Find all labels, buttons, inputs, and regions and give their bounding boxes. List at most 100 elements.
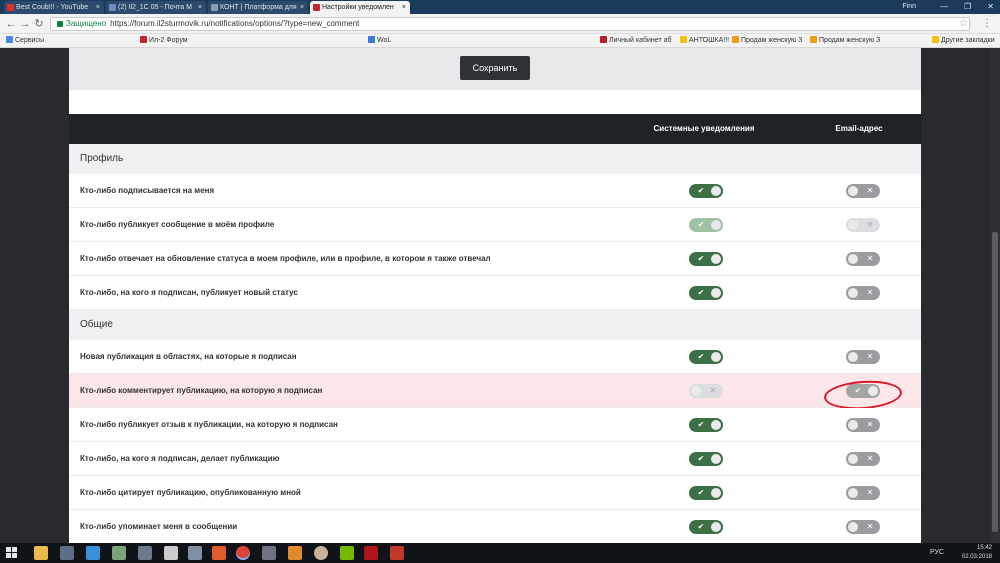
minimize-icon[interactable]: —: [940, 0, 948, 14]
notification-settings-panel: Сохранить Системные уведомления Email-ад…: [69, 48, 921, 543]
toggle-knob: [848, 186, 858, 196]
notification-row: Кто-либо подписывается на меня ✔ ✕: [69, 174, 921, 208]
forward-icon[interactable]: →: [18, 17, 32, 31]
email-toggle[interactable]: ✕: [846, 252, 880, 266]
system-toggle[interactable]: ✔: [689, 350, 723, 364]
cross-icon: ✕: [866, 420, 874, 429]
language-indicator[interactable]: РУС: [930, 543, 944, 563]
bookmark-item[interactable]: АНТОШКА!!!: [680, 34, 729, 47]
star-favicon-icon: [140, 36, 147, 43]
email-toggle[interactable]: ✕: [846, 520, 880, 534]
calculator-icon[interactable]: [164, 546, 178, 560]
app-icon[interactable]: [340, 546, 354, 560]
check-icon: ✔: [697, 420, 705, 429]
profile-name[interactable]: Finn: [902, 0, 916, 14]
email-toggle[interactable]: ✕: [846, 218, 880, 232]
star-app-icon[interactable]: [364, 546, 378, 560]
email-toggle[interactable]: ✕: [846, 350, 880, 364]
email-toggle[interactable]: ✕: [846, 452, 880, 466]
app-icon[interactable]: [86, 546, 100, 560]
close-tab-icon[interactable]: ×: [198, 1, 202, 14]
cross-icon: ✕: [866, 488, 874, 497]
notification-row: Кто-либо упоминает меня в сообщении ✔ ✕: [69, 510, 921, 543]
maximize-icon[interactable]: ❐: [964, 0, 971, 14]
notification-row: Кто-либо, на кого я подписан, публикует …: [69, 276, 921, 310]
app-icon[interactable]: [60, 546, 74, 560]
save-button[interactable]: Сохранить: [460, 56, 530, 80]
system-toggle[interactable]: ✕: [689, 384, 723, 398]
bookmark-star-icon[interactable]: ☆: [959, 17, 968, 31]
reload-icon[interactable]: ↻: [32, 17, 46, 31]
back-icon[interactable]: ←: [4, 17, 18, 31]
close-window-icon[interactable]: ✕: [987, 0, 994, 14]
toggle-knob: [711, 220, 721, 230]
page-scrollbar[interactable]: [990, 48, 1000, 543]
system-toggle[interactable]: ✔: [689, 286, 723, 300]
clock-time: 15:42: [976, 545, 992, 551]
browser-tab[interactable]: КОНТ | Платформа для ×: [208, 1, 308, 14]
url-input[interactable]: Защищено https://forum.il2sturmovik.ru/no…: [50, 17, 970, 31]
system-toggle[interactable]: ✔: [689, 252, 723, 266]
app-icon[interactable]: [390, 546, 404, 560]
toggle-knob: [848, 522, 858, 532]
menu-icon[interactable]: ⋮: [982, 17, 992, 31]
windows-start-icon[interactable]: [6, 547, 18, 559]
app-icon[interactable]: [288, 546, 302, 560]
bookmark-item[interactable]: Ил-2 Форум: [140, 34, 188, 47]
email-toggle[interactable]: ✕: [846, 286, 880, 300]
toggle-knob: [691, 386, 701, 396]
notification-label: Кто-либо цитирует публикацию, опубликова…: [80, 488, 301, 497]
app-icon[interactable]: [112, 546, 126, 560]
check-icon: ✔: [697, 288, 705, 297]
address-bar: ← → ↻ Защищено https://forum.il2sturmovik…: [0, 14, 1000, 34]
close-tab-icon[interactable]: ×: [402, 1, 406, 14]
scrollbar-thumb[interactable]: [992, 232, 998, 532]
close-tab-icon[interactable]: ×: [300, 1, 304, 14]
check-icon: ✔: [697, 186, 705, 195]
app-icon[interactable]: [138, 546, 152, 560]
app-icon[interactable]: [188, 546, 202, 560]
cross-icon: ✕: [866, 220, 874, 229]
notification-row: Кто-либо, на кого я подписан, делает пуб…: [69, 442, 921, 476]
system-toggle[interactable]: ✔: [689, 452, 723, 466]
app-icon[interactable]: [314, 546, 328, 560]
notification-label: Кто-либо публикует сообщение в моём проф…: [80, 220, 275, 229]
browser-tab[interactable]: (2) Il2_1C 05 - Почта M ×: [106, 1, 206, 14]
bookmark-item[interactable]: Продам женскую З: [810, 34, 880, 47]
email-toggle[interactable]: ✕: [846, 184, 880, 198]
bookmark-item[interactable]: WoL: [368, 34, 391, 47]
system-toggle[interactable]: ✔: [689, 418, 723, 432]
star-favicon-icon: [313, 4, 320, 11]
notification-label: Кто-либо, на кого я подписан, публикует …: [80, 288, 298, 297]
system-toggle[interactable]: ✔: [689, 520, 723, 534]
notification-row: Кто-либо цитирует публикацию, опубликова…: [69, 476, 921, 510]
notification-label: Новая публикация в областях, на которые …: [80, 352, 297, 361]
app-icon[interactable]: [212, 546, 226, 560]
system-toggle[interactable]: ✔: [689, 218, 723, 232]
system-toggle[interactable]: ✔: [689, 486, 723, 500]
bookmarks-bar: Сервисы Ил-2 Форум WoL Личный кабинет аб…: [0, 34, 1000, 48]
cross-icon: ✕: [866, 352, 874, 361]
email-toggle[interactable]: ✕: [846, 418, 880, 432]
system-toggle[interactable]: ✔: [689, 184, 723, 198]
bookmark-item[interactable]: Личный кабинет аб: [600, 34, 672, 47]
browser-tab[interactable]: Best Coub!!! - YouTube ×: [4, 1, 104, 14]
chrome-icon[interactable]: [236, 546, 250, 560]
close-tab-icon[interactable]: ×: [96, 1, 100, 14]
app-icon[interactable]: [262, 546, 276, 560]
bookmark-item[interactable]: Продам женскую З: [732, 34, 802, 47]
bookmark-item[interactable]: Другие закладки: [932, 34, 995, 47]
notification-label: Кто-либо публикует отзыв к публикации, н…: [80, 420, 338, 429]
system-clock[interactable]: 15:42 02.03.2018: [962, 543, 992, 563]
toggle-knob: [848, 352, 858, 362]
check-icon: ✔: [697, 454, 705, 463]
section-header: Профиль: [69, 144, 921, 174]
cross-icon: ✕: [866, 522, 874, 531]
file-explorer-icon[interactable]: [34, 546, 48, 560]
check-icon: ✔: [697, 488, 705, 497]
browser-tab-active[interactable]: Настройки уведомлен ×: [310, 1, 410, 14]
email-toggle[interactable]: ✕: [846, 486, 880, 500]
toggle-knob: [711, 420, 721, 430]
bookmark-item[interactable]: Сервисы: [6, 34, 44, 47]
notification-label: Кто-либо, на кого я подписан, делает пуб…: [80, 454, 280, 463]
